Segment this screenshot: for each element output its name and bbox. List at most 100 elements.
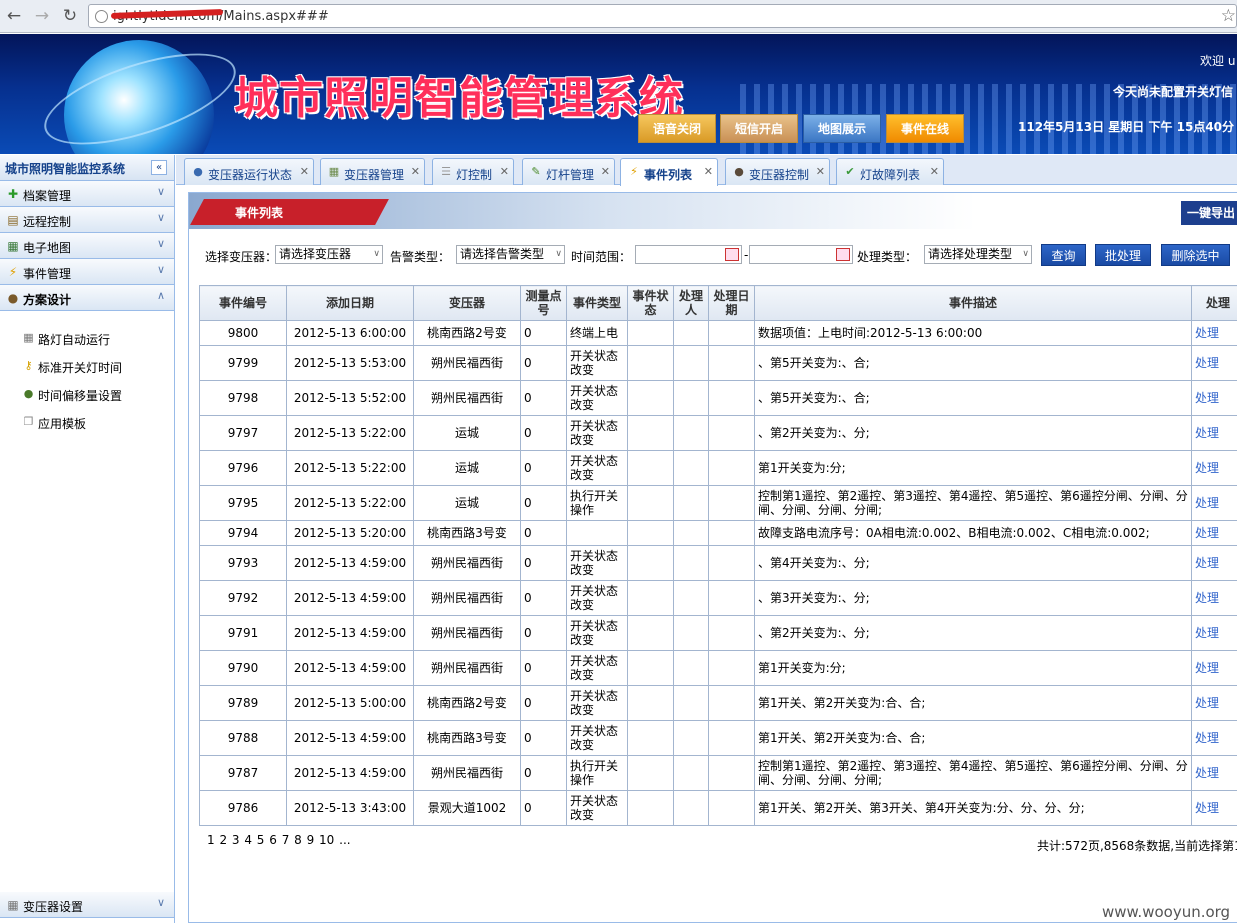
cell-handle-link[interactable]: 处理 <box>1191 790 1237 826</box>
sidebar-section-map[interactable]: ▦ 电子地图 ∨ <box>0 233 174 259</box>
sidebar-section-events[interactable]: ⚡ 事件管理 ∨ <box>0 259 174 285</box>
cell-handle-link[interactable]: 处理 <box>1191 720 1237 756</box>
column-header[interactable]: 事件描述 <box>754 285 1192 321</box>
cell-handle-link[interactable]: 处理 <box>1191 755 1237 791</box>
table-row[interactable]: 9787 2012-5-13 4:59:00 朔州民福西街 0 执行开关操作 控制第1遥控… <box>199 755 1237 791</box>
table-row[interactable]: 9791 2012-5-13 4:59:00 朔州民福西街 0 开关状态改变 、第2开关变… <box>199 615 1237 651</box>
close-icon[interactable]: ✕ <box>816 165 825 178</box>
table-row[interactable]: 9800 2012-5-13 6:00:00 桃南西路2号变 0 终端上电 数据项值：上电… <box>199 320 1237 346</box>
sidebar-item-standard-time[interactable]: ⚷ 标准开关灯时间 <box>0 353 174 381</box>
reload-icon[interactable]: ↻ <box>60 6 80 26</box>
sidebar-section-remote[interactable]: ▤ 远程控制 ∨ <box>0 207 174 233</box>
cell-handle-link[interactable]: 处理 <box>1191 380 1237 416</box>
cell-handle-link[interactable]: 处理 <box>1191 320 1237 346</box>
sidebar-section-archive[interactable]: ✚ 档案管理 ∨ <box>0 181 174 207</box>
handle-type-select[interactable]: 请选择处理类型 ∨ <box>924 245 1032 264</box>
delete-selected-button[interactable]: 删除选中 <box>1161 244 1230 266</box>
cell-handle-link[interactable]: 处理 <box>1191 545 1237 581</box>
table-row[interactable]: 9795 2012-5-13 5:22:00 运城 0 执行开关操作 控制第1遥控、第2遥… <box>199 485 1237 521</box>
transformer-select[interactable]: 请选择变压器 ∨ <box>275 245 383 264</box>
cell-handle-link[interactable]: 处理 <box>1191 415 1237 451</box>
sidebar-item-template[interactable]: ❐ 应用模板 <box>0 409 174 437</box>
cell-handle-link[interactable]: 处理 <box>1191 345 1237 381</box>
table-row[interactable]: 9792 2012-5-13 4:59:00 朔州民福西街 0 开关状态改变 、第3开关变… <box>199 580 1237 616</box>
tab-light-control[interactable]: ☰ 灯控制 ✕ <box>432 158 514 185</box>
column-header[interactable]: 事件类型 <box>566 285 628 321</box>
export-button[interactable]: 一键导出 <box>1181 201 1237 225</box>
cell-handle-link[interactable]: 处理 <box>1191 580 1237 616</box>
close-icon[interactable]: ✕ <box>300 165 309 178</box>
cell-event-type: 开关状态改变 <box>566 415 628 451</box>
cell-handle-link[interactable]: 处理 <box>1191 685 1237 721</box>
sidebar-section-plan[interactable]: ● 方案设计 ∧ <box>0 285 174 311</box>
cell-handle-link[interactable]: 处理 <box>1191 450 1237 486</box>
map-display-button[interactable]: 地图展示 <box>803 114 881 143</box>
cell-event-type: 开关状态改变 <box>566 615 628 651</box>
sidebar-header: 城市照明智能监控系统 « <box>0 155 174 181</box>
column-header[interactable]: 处理人 <box>673 285 709 321</box>
tab-pole-manage[interactable]: ✎ 灯杆管理 ✕ <box>522 158 615 185</box>
table-row[interactable]: 9788 2012-5-13 4:59:00 桃南西路3号变 0 开关状态改变 第1开关、… <box>199 720 1237 756</box>
table-row[interactable]: 9793 2012-5-13 4:59:00 朔州民福西街 0 开关状态改变 、第4开关变… <box>199 545 1237 581</box>
chevron-down-icon: ∨ <box>156 263 165 276</box>
cell-event-description: 、第2开关变为:、分; <box>754 615 1192 651</box>
forward-icon[interactable]: → <box>32 6 52 26</box>
address-bar[interactable]: ightlytidem.com/Mains.aspx### ☆ <box>88 4 1237 28</box>
column-header[interactable]: 处理 <box>1191 285 1237 321</box>
watermark: www.wooyun.org <box>1102 903 1231 921</box>
column-header[interactable]: 事件编号 <box>199 285 287 321</box>
cell-event-type: 开关状态改变 <box>566 580 628 616</box>
cell-event-id: 9786 <box>199 790 287 826</box>
cell-handle-link[interactable]: 处理 <box>1191 520 1237 546</box>
column-header[interactable]: 添加日期 <box>286 285 414 321</box>
event-table: 事件编号 添加日期 变压器 测量点号 事件类型 事件状态 处理人 处理日期 事件… <box>199 285 1237 826</box>
close-icon[interactable]: ✕ <box>930 165 939 178</box>
sidebar-item-auto-run[interactable]: ▦ 路灯自动运行 <box>0 325 174 353</box>
collapse-icon[interactable]: « <box>151 160 167 175</box>
events-online-button[interactable]: 事件在线 <box>886 114 964 143</box>
tab-transformer-control[interactable]: ● 变压器控制 ✕ <box>725 158 830 185</box>
cell-event-description: 、第2开关变为:、分; <box>754 415 1192 451</box>
tab-event-list[interactable]: ⚡ 事件列表 ✕ <box>620 158 718 186</box>
sms-on-button[interactable]: 短信开启 <box>720 114 798 143</box>
cell-handle-link[interactable]: 处理 <box>1191 650 1237 686</box>
voice-off-button[interactable]: 语音关闭 <box>638 114 716 143</box>
table-row[interactable]: 9794 2012-5-13 5:20:00 桃南西路3号变 0 故障支路电流序号：0A… <box>199 520 1237 546</box>
close-icon[interactable]: ✕ <box>601 165 610 178</box>
table-row[interactable]: 9790 2012-5-13 4:59:00 朔州民福西街 0 开关状态改变 第1开关变为… <box>199 650 1237 686</box>
cell-handle-link[interactable]: 处理 <box>1191 485 1237 521</box>
sidebar-item-time-offset[interactable]: ● 时间偏移量设置 <box>0 381 174 409</box>
table-row[interactable]: 9799 2012-5-13 5:53:00 朔州民福西街 0 开关状态改变 、第5开关变… <box>199 345 1237 381</box>
close-icon[interactable]: ✕ <box>500 165 509 178</box>
tab-transformer-status[interactable]: ● 变压器运行状态 ✕ <box>184 158 314 185</box>
table-row[interactable]: 9796 2012-5-13 5:22:00 运城 0 开关状态改变 第1开关变为:分; 处… <box>199 450 1237 486</box>
tab-light-fault-list[interactable]: ✔ 灯故障列表 ✕ <box>836 158 944 185</box>
table-row[interactable]: 9798 2012-5-13 5:52:00 朔州民福西街 0 开关状态改变 、第5开关变… <box>199 380 1237 416</box>
batch-process-button[interactable]: 批处理 <box>1095 244 1151 266</box>
column-header[interactable]: 事件状态 <box>627 285 674 321</box>
cell-handle-link[interactable]: 处理 <box>1191 615 1237 651</box>
sidebar-section-transformer-settings[interactable]: ▦ 变压器设置 ∨ <box>0 892 174 918</box>
tab-transformer-manage[interactable]: ▦ 变压器管理 ✕ <box>320 158 425 185</box>
back-icon[interactable]: ← <box>4 6 24 26</box>
end-date-input[interactable] <box>749 245 853 264</box>
column-header[interactable]: 变压器 <box>413 285 521 321</box>
calendar-icon[interactable] <box>836 248 850 261</box>
cell-handler <box>673 580 709 616</box>
cell-event-id: 9792 <box>199 580 287 616</box>
bookmark-star-icon[interactable]: ☆ <box>1221 6 1236 26</box>
start-date-input[interactable] <box>635 245 742 264</box>
cell-handle-date <box>708 720 755 756</box>
close-icon[interactable]: ✕ <box>411 165 420 178</box>
table-row[interactable]: 9789 2012-5-13 5:00:00 桃南西路2号变 0 开关状态改变 第1开关、… <box>199 685 1237 721</box>
column-header[interactable]: 测量点号 <box>520 285 567 321</box>
cell-event-type: 开关状态改变 <box>566 380 628 416</box>
column-header[interactable]: 处理日期 <box>708 285 755 321</box>
table-row[interactable]: 9786 2012-5-13 3:43:00 景观大道1002 0 开关状态改变 第1开关… <box>199 790 1237 826</box>
pagination[interactable]: 1 2 3 4 5 6 7 8 9 10 ... <box>207 833 351 847</box>
close-icon[interactable]: ✕ <box>704 165 713 178</box>
table-row[interactable]: 9797 2012-5-13 5:22:00 运城 0 开关状态改变 、第2开关变为:、分… <box>199 415 1237 451</box>
query-button[interactable]: 查询 <box>1041 244 1086 266</box>
calendar-icon[interactable] <box>725 248 739 261</box>
alarm-type-select[interactable]: 请选择告警类型 ∨ <box>456 245 565 264</box>
